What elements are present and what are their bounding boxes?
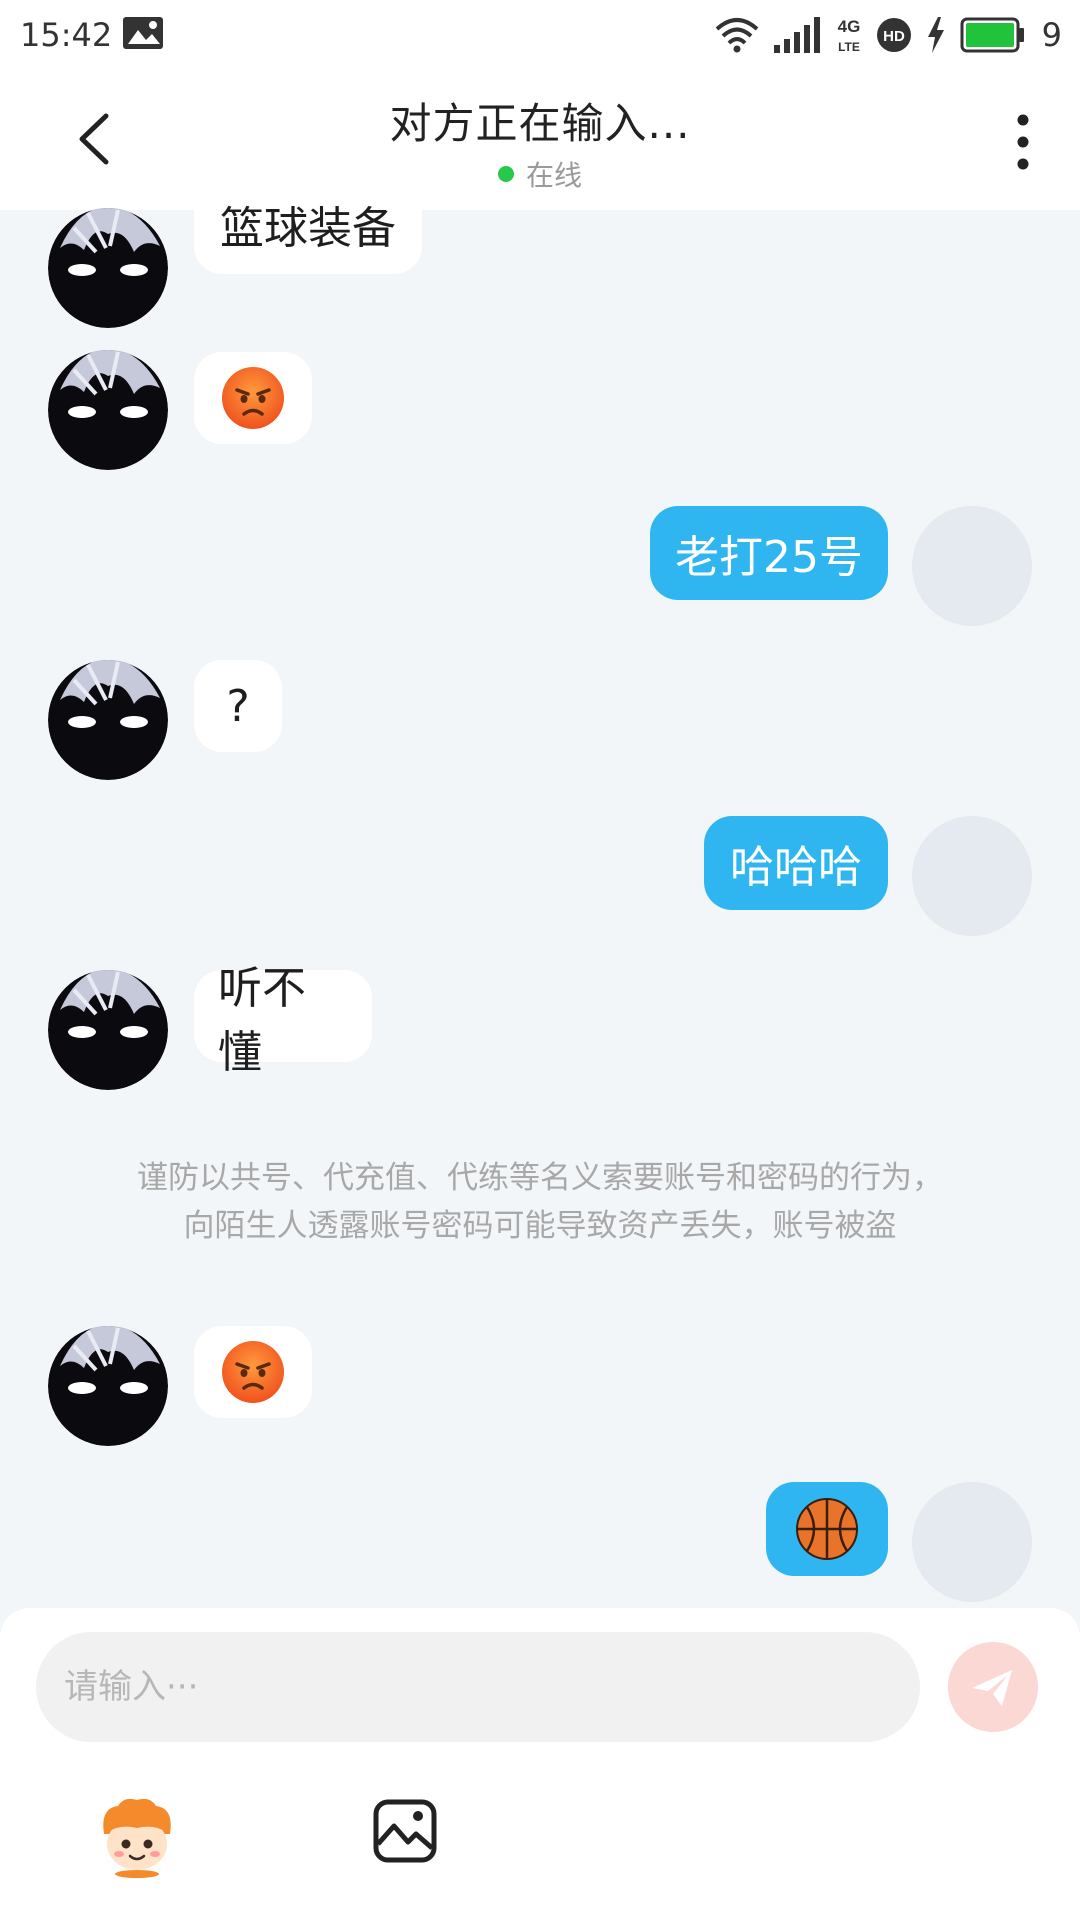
image-picker-button[interactable] [372,1798,438,1864]
message-row: 哈哈哈 [0,806,1080,936]
hd-icon: HD [876,18,911,52]
basketball-icon [796,1498,858,1560]
battery-level: 9 [1041,16,1062,54]
message-row [0,340,1080,470]
message-row: ? [0,650,1080,780]
message-text: 篮球装备 [220,203,396,254]
message-bubble-received[interactable]: 篮球装备 [194,174,422,274]
message-text: 哈哈哈 [730,842,862,893]
contact-avatar[interactable] [48,660,168,780]
battery-icon [960,17,1024,53]
contact-avatar[interactable] [48,208,168,328]
message-bubble-sent[interactable]: 老打25号 [650,506,888,600]
status-time: 15:42 [20,16,113,54]
my-avatar[interactable] [912,1482,1032,1602]
message-bubble-received[interactable]: ? [194,660,282,752]
message-row: 篮球装备 [0,174,1080,328]
message-bubble-received[interactable] [194,1326,312,1418]
message-bubble-sent[interactable] [766,1482,888,1576]
chat-header: 对方正在输入... 在线 [0,70,1080,210]
message-text: 老打25号 [675,532,863,583]
chat-screen: 15:42 4G LTE HD 9 对方正在输入... 在线 篮球装备 老打25… [0,0,1080,1920]
composer-panel [0,1608,1080,1920]
message-list[interactable]: 篮球装备 老打25号 ? 哈哈哈 听不懂 谨防以共号、代充值、代练等名义索要账号… [0,174,1080,1610]
message-row: 老打25号 [0,496,1080,626]
message-row [0,1316,1080,1446]
message-row [0,1472,1080,1602]
security-notice-line2: 向陌生人透露账号密码可能导致资产丢失，账号被盗 [183,1208,897,1244]
svg-text:HD: HD [883,28,905,45]
angry-face-icon [222,367,284,429]
page-title: 对方正在输入... [389,99,691,148]
status-icons: 4G LTE HD 9 [714,12,1062,58]
contact-avatar[interactable] [48,350,168,470]
charging-icon [927,17,944,53]
more-options-button[interactable] [1008,112,1038,172]
signal-icon [773,17,820,53]
security-notice: 谨防以共号、代充值、代练等名义索要账号和密码的行为， 向陌生人透露账号密码可能导… [0,1154,1080,1250]
message-text: 听不懂 [218,963,306,1078]
message-text: ? [226,680,250,732]
wifi-icon [715,18,758,53]
my-avatar[interactable] [912,506,1032,626]
svg-text:4G: 4G [837,17,860,36]
message-bubble-sent[interactable]: 哈哈哈 [704,816,888,910]
security-notice-line1: 谨防以共号、代充值、代练等名义索要账号和密码的行为， [137,1160,943,1196]
message-row: 听不懂 [0,960,1080,1090]
emoji-sticker-button[interactable] [94,1794,180,1878]
send-button[interactable] [948,1642,1038,1732]
online-status: 在线 [0,154,1080,194]
message-bubble-received[interactable]: 听不懂 [194,963,372,1078]
online-status-text: 在线 [525,159,582,192]
online-dot-icon [497,166,514,182]
lte-icon: 4G LTE [837,17,860,54]
status-bar: 15:42 4G LTE HD 9 [0,0,1080,70]
svg-text:LTE: LTE [838,40,860,54]
my-avatar[interactable] [912,816,1032,936]
contact-avatar[interactable] [48,970,168,1090]
message-input[interactable] [36,1632,920,1742]
angry-face-icon [222,1341,284,1403]
contact-avatar[interactable] [48,1326,168,1446]
gallery-icon [123,17,163,49]
message-bubble-received[interactable] [194,352,312,444]
